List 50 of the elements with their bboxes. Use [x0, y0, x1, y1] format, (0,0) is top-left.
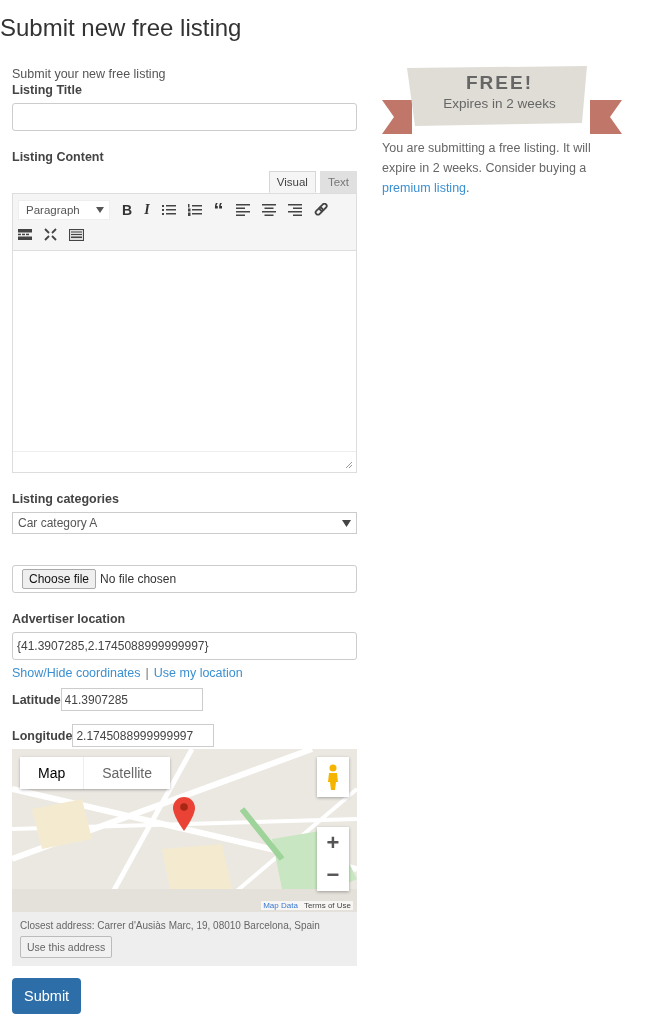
map-type-tab[interactable]: Map — [20, 757, 84, 789]
promo-text: You are submitting a free listing. It will expire in 2 weeks. Consider buying a premium listing. — [382, 140, 592, 197]
zoom-out-button[interactable]: − — [317, 859, 349, 891]
editor-tab[interactable]: Visual — [268, 171, 316, 193]
category-select[interactable]: Car category A — [12, 512, 357, 534]
use-address-button[interactable]: Use this address — [20, 936, 113, 958]
link-separator: | — [145, 666, 149, 680]
field-label: Latitude — [12, 692, 61, 707]
fullscreen-icon[interactable] — [44, 228, 57, 241]
map-attribution-link[interactable]: Map Data — [263, 901, 298, 910]
ribbon-subtitle: Expires in 2 weeks — [443, 96, 556, 111]
zoom-in-button[interactable]: + — [317, 827, 349, 859]
closest-address: Closest address: Carrer d'Ausiàs Marc, 19, 08010 Barcelona, Spain — [20, 919, 321, 933]
italic-button[interactable]: I — [144, 202, 150, 218]
intro-text: Submit your new free listing — [12, 66, 166, 82]
map-type-tab[interactable]: Satellite — [83, 757, 171, 789]
longitude-input[interactable]: 2.1745088999999997 — [72, 724, 215, 747]
latitude-input[interactable]: 41.3907285 — [60, 688, 203, 711]
align-center-icon[interactable] — [261, 204, 276, 216]
align-right-icon[interactable] — [287, 204, 302, 216]
field-label: Longitude — [12, 728, 73, 743]
person-icon — [327, 764, 339, 790]
align-left-icon[interactable] — [235, 204, 250, 216]
quote-button[interactable]: “ — [213, 203, 224, 217]
title-input[interactable] — [12, 103, 357, 131]
bold-button[interactable]: B — [122, 203, 133, 217]
field-label: Advertiser location — [12, 611, 126, 627]
read-more-icon[interactable] — [18, 229, 32, 240]
numbered-list-icon[interactable] — [187, 204, 202, 216]
resize-grip-icon[interactable] — [346, 462, 352, 468]
premium-link[interactable]: premium listing — [382, 181, 467, 195]
format-select[interactable]: Paragraph — [18, 200, 110, 220]
bullet-list-icon[interactable] — [161, 204, 176, 216]
caret-icon — [96, 207, 104, 213]
submit-button[interactable]: Submit — [12, 978, 82, 1014]
ribbon-title: FREE! — [466, 72, 533, 94]
map-attribution-link[interactable]: Terms of Use — [303, 901, 351, 910]
choose-file-button[interactable]: Choose file — [22, 569, 97, 589]
field-label: Listing Title — [12, 82, 82, 98]
keyboard-icon[interactable] — [69, 228, 84, 241]
caret-icon — [342, 519, 351, 527]
file-field[interactable]: Choose file No file chosen — [12, 565, 357, 593]
location-input[interactable]: {41.3907285,2.1745088999999997} — [12, 632, 357, 660]
text-link[interactable]: Show/Hide coordinates — [12, 666, 141, 680]
field-label: Listing Content — [12, 149, 104, 165]
map-pin-icon — [173, 797, 195, 831]
text-link[interactable]: Use my location — [153, 666, 243, 680]
field-label: Listing categories — [12, 491, 119, 507]
link-icon[interactable] — [313, 203, 328, 217]
page-title: Submit new free listing — [0, 13, 243, 42]
